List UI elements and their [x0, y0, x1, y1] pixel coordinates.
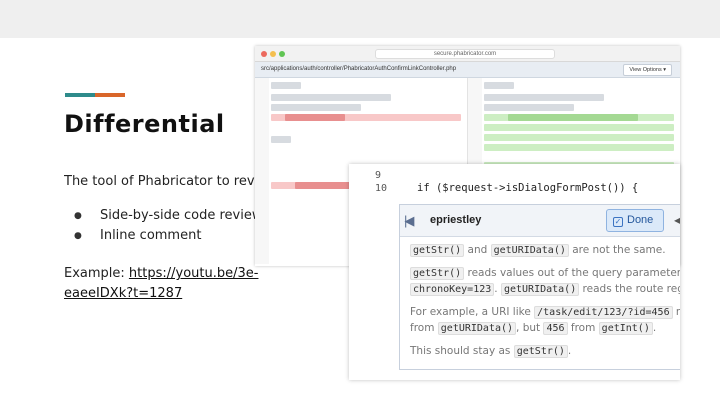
- diff-line-added-highlight: [507, 114, 638, 121]
- line-number: 10: [375, 183, 388, 194]
- comment-header: |◀ epriestley ✓ Done ◀: [400, 205, 680, 237]
- code-line: if ($request->isDialogFormPost()) {: [417, 182, 639, 194]
- example-line: Example: https://youtu.be/3e-eaeeIDXk?t=…: [64, 264, 264, 304]
- diff-line: [271, 104, 361, 111]
- accent-bar-orange: [95, 93, 125, 97]
- diff-line: [483, 104, 574, 111]
- comment-author[interactable]: epriestley: [430, 214, 481, 226]
- comment-text: from: [567, 322, 599, 334]
- diff-line-added: [483, 134, 674, 141]
- diff-line: [271, 82, 301, 89]
- comment-text: This should stay as: [410, 345, 514, 357]
- inline-code: getStr(): [410, 244, 465, 257]
- inline-comment: |◀ epriestley ✓ Done ◀ getStr() and getUR…: [399, 204, 680, 370]
- comment-paragraph: getStr() and getURIData() are not the sa…: [410, 243, 680, 258]
- inline-code: getStr(): [410, 267, 465, 280]
- minimize-window-icon: [270, 51, 276, 57]
- line-number: 9: [375, 170, 382, 181]
- comment-text: .: [494, 283, 501, 295]
- slide-body: The tool of Phabricator to review code S…: [64, 172, 264, 304]
- comment-text: and: [464, 244, 491, 256]
- comment-paragraph: chronoKey=123. getURIData() reads the ro…: [410, 282, 680, 297]
- slide-description: The tool of Phabricator to review code: [64, 174, 256, 189]
- comment-paragraph: For example, a URI like /task/edit/123/?…: [410, 305, 680, 320]
- comment-text: .: [652, 322, 657, 334]
- bullet-item: Side-by-side code review: [64, 206, 256, 226]
- diff-file-header: src/applications/auth/controller/Phabric…: [255, 62, 680, 78]
- diff-line-added: [483, 144, 674, 151]
- bullet-list: Side-by-side code review Inline comment: [64, 206, 264, 246]
- comment-text: reads values out of the query parameters…: [467, 267, 681, 279]
- comment-text: mi: [673, 306, 680, 318]
- comment-paragraph: getStr() reads values out of the query p…: [410, 266, 680, 281]
- comment-paragraph: This should stay as getStr().: [410, 344, 680, 359]
- comment-paragraph: from getURIData(), but 456 from getInt()…: [410, 321, 680, 336]
- diff-line: [271, 94, 391, 101]
- inline-comment-screenshot: 9 10 if ($request->isDialogFormPost()) {…: [349, 164, 680, 380]
- diff-line-removed-highlight: [285, 114, 345, 121]
- inline-code: getInt(): [598, 322, 653, 335]
- bullet-item: Inline comment: [64, 226, 256, 246]
- slide-title: Differential: [64, 110, 225, 138]
- comment-text: are not the same.: [568, 244, 666, 256]
- inline-code: chronoKey=123: [410, 283, 495, 296]
- top-band: [0, 0, 720, 38]
- comment-text: For example, a URI like: [410, 306, 535, 318]
- reply-arrow-icon[interactable]: ◀: [674, 213, 680, 227]
- file-path: src/applications/auth/controller/Phabric…: [261, 66, 457, 72]
- comment-text: reads the route rege: [579, 283, 680, 295]
- inline-code: /task/edit/123/?id=456: [534, 306, 673, 319]
- view-options-button[interactable]: View Options ▾: [623, 64, 672, 76]
- inline-code: 456: [543, 322, 568, 335]
- inline-code: getURIData(): [437, 322, 517, 335]
- browser-toolbar: secure.phabricator.com: [255, 46, 680, 62]
- address-bar[interactable]: secure.phabricator.com: [375, 49, 555, 59]
- inline-code: getURIData(): [490, 244, 569, 257]
- example-label: Example:: [64, 266, 129, 281]
- checkbox-checked-icon: ✓: [613, 217, 623, 227]
- done-label: Done: [627, 214, 654, 226]
- inline-code: getURIData(): [500, 283, 580, 296]
- inline-code: getStr(): [513, 345, 568, 358]
- diff-line: [271, 136, 291, 143]
- comment-text: from: [410, 322, 438, 334]
- diff-line: [483, 94, 604, 101]
- done-button[interactable]: ✓ Done: [606, 209, 664, 232]
- accent-bar-teal: [65, 93, 95, 97]
- diff-line: [483, 82, 514, 89]
- left-gutter: [255, 78, 269, 264]
- comment-body: getStr() and getURIData() are not the sa…: [400, 237, 680, 373]
- diff-line-added: [483, 124, 674, 131]
- comment-text: , but: [516, 322, 544, 334]
- collapse-icon[interactable]: |◀: [404, 213, 415, 229]
- maximize-window-icon: [279, 51, 285, 57]
- comment-text: .: [567, 345, 572, 357]
- close-window-icon: [261, 51, 267, 57]
